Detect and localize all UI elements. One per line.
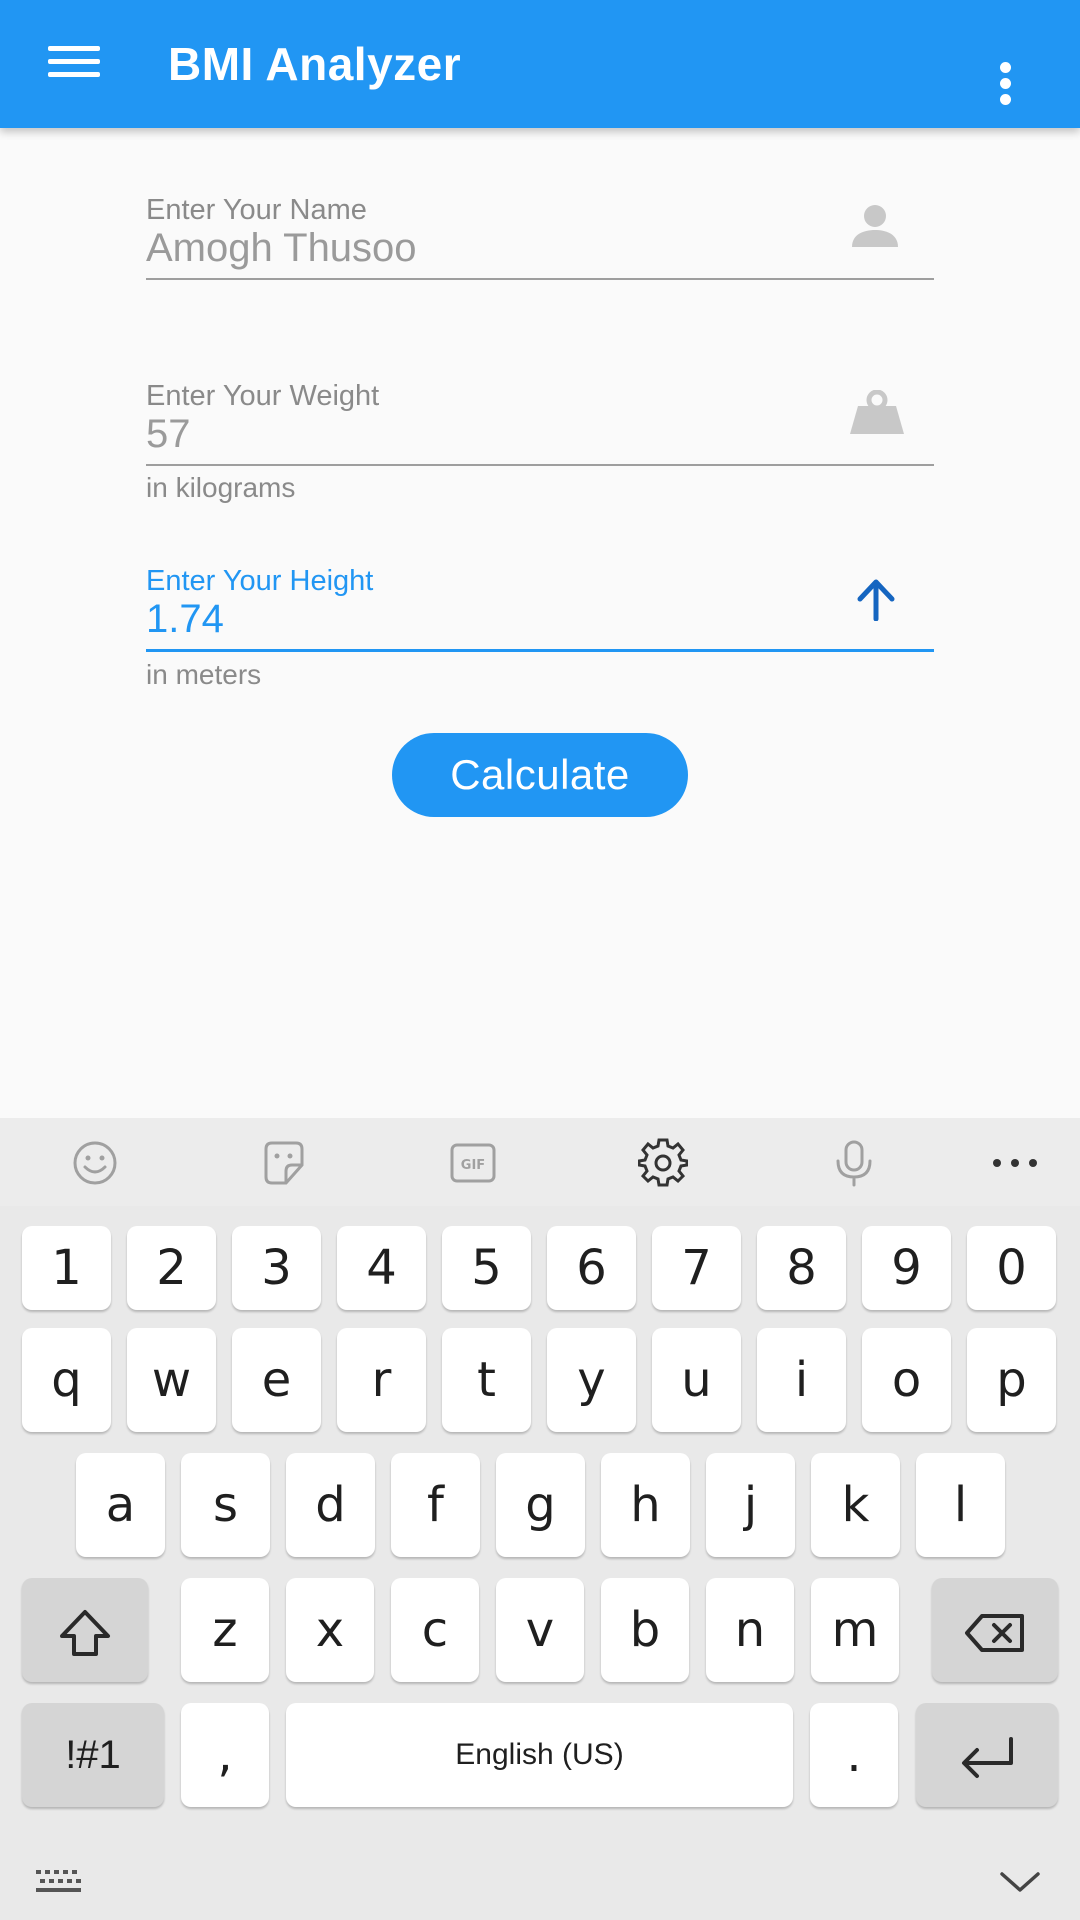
settings-icon[interactable] [638,1138,688,1187]
key-1[interactable]: 1 [22,1226,111,1310]
weight-field-label: Enter Your Weight [146,380,380,412]
name-field-label: Enter Your Name [146,194,367,226]
key-g[interactable]: g [496,1453,585,1557]
weight-field-value: 57 [146,412,191,456]
microphone-icon[interactable] [829,1140,879,1187]
space-key[interactable]: English (US) [286,1703,793,1807]
app-bar: BMI Analyzer [0,0,1080,128]
key-8[interactable]: 8 [757,1226,846,1310]
key-2[interactable]: 2 [127,1226,216,1310]
weight-icon [848,389,906,436]
weight-field-underline [146,464,934,466]
name-field[interactable]: Enter Your Name Amogh Thusoo [146,190,934,290]
name-field-underline [146,278,934,280]
key-6[interactable]: 6 [547,1226,636,1310]
key-d[interactable]: d [286,1453,375,1557]
more-vertical-icon[interactable] [988,58,1024,110]
key-3[interactable]: 3 [232,1226,321,1310]
key-f[interactable]: f [391,1453,480,1557]
key-9[interactable]: 9 [862,1226,951,1310]
hamburger-menu-icon[interactable] [40,38,112,90]
name-field-value: Amogh Thusoo [146,226,417,270]
key-l[interactable]: l [916,1453,1005,1557]
key-j[interactable]: j [706,1453,795,1557]
key-4[interactable]: 4 [337,1226,426,1310]
key-y[interactable]: y [547,1328,636,1432]
key-w[interactable]: w [127,1328,216,1432]
shift-key[interactable] [22,1578,148,1682]
key-5[interactable]: 5 [442,1226,531,1310]
key-b[interactable]: b [601,1578,689,1682]
symbols-key[interactable]: !#1 [22,1703,164,1807]
key-s[interactable]: s [181,1453,270,1557]
backspace-key[interactable] [932,1578,1058,1682]
keyboard-switch-icon[interactable] [34,1868,84,1896]
emoji-icon[interactable] [70,1140,120,1186]
key-e[interactable]: e [232,1328,321,1432]
keyboard-toolbar: GIF [0,1118,1080,1206]
key-7[interactable]: 7 [652,1226,741,1310]
key-x[interactable]: x [286,1578,374,1682]
more-horizontal-icon[interactable] [990,1140,1040,1186]
key-o[interactable]: o [862,1328,951,1432]
enter-key[interactable] [916,1703,1058,1807]
key-a[interactable]: a [76,1453,165,1557]
key-v[interactable]: v [496,1578,584,1682]
key-q[interactable]: q [22,1328,111,1432]
height-field-value: 1.74 [146,597,224,641]
height-field-underline [146,649,934,652]
period-key[interactable]: . [810,1703,898,1807]
gif-icon[interactable]: GIF [448,1140,498,1186]
weight-field-helper: in kilograms [146,472,296,503]
arrow-up-icon [854,577,898,622]
key-i[interactable]: i [757,1328,846,1432]
key-k[interactable]: k [811,1453,900,1557]
comma-key[interactable]: , [181,1703,269,1807]
sticker-icon[interactable] [259,1140,309,1186]
key-r[interactable]: r [337,1328,426,1432]
key-t[interactable]: t [442,1328,531,1432]
height-field[interactable]: Enter Your Height 1.74 in meters [146,563,934,693]
calculate-button[interactable]: Calculate [392,733,688,817]
keyboard-bottom-bar [0,1838,1080,1920]
key-p[interactable]: p [967,1328,1056,1432]
height-field-helper: in meters [146,659,262,690]
key-c[interactable]: c [391,1578,479,1682]
height-field-label: Enter Your Height [146,565,374,597]
key-h[interactable]: h [601,1453,690,1557]
person-icon [850,204,900,248]
key-0[interactable]: 0 [967,1226,1056,1310]
key-z[interactable]: z [181,1578,269,1682]
key-u[interactable]: u [652,1328,741,1432]
weight-field[interactable]: Enter Your Weight 57 in kilograms [146,376,934,506]
key-m[interactable]: m [811,1578,899,1682]
key-n[interactable]: n [706,1578,794,1682]
soft-keyboard: GIF 1234567890 qwertyuiop asdfghjkl zxcvbnm… [0,1118,1080,1920]
app-title: BMI Analyzer [168,38,462,90]
hide-keyboard-icon[interactable] [998,1868,1042,1894]
svg-text:GIF: GIF [461,1158,485,1173]
